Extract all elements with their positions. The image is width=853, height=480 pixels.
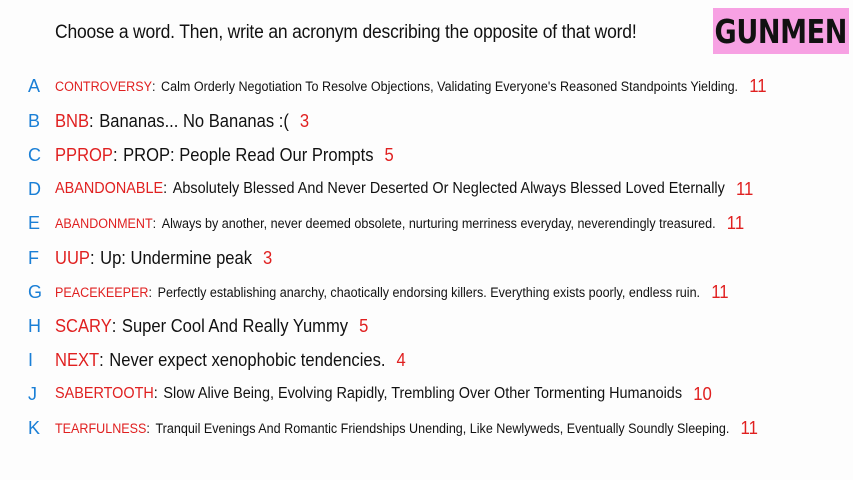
entry-acronym: Up: Undermine peak [100, 247, 252, 268]
entry-colon: : [111, 315, 117, 336]
entry-letter: J [28, 383, 37, 404]
entry-colon: : [89, 247, 95, 268]
entry-colon: : [163, 180, 168, 197]
entry-content: PEACEKEEPER: Perfectly establishing anar… [55, 282, 729, 303]
entry-count: 3 [263, 247, 273, 268]
entry-count: 11 [749, 75, 767, 96]
entry-letter: C [28, 144, 41, 165]
instruction-text: Choose a word. Then, write an acronym de… [55, 22, 637, 43]
entry-content: PPROP: PROP: People Read Our Prompts 5 [55, 145, 394, 166]
entry-content: TEARFULNESS: Tranquil Evenings And Roman… [55, 418, 758, 439]
entry-letter: H [28, 315, 41, 336]
entry-content: SCARY: Super Cool And Really Yummy 5 [55, 316, 368, 337]
entry-colon: : [148, 284, 153, 300]
entry-count: 11 [726, 212, 745, 233]
entry-content: CONTROVERSY: Calm Orderly Negotiation To… [55, 76, 767, 97]
entry-count: 11 [740, 417, 758, 438]
entry-letter: E [28, 212, 41, 233]
entry-word: ABANDONABLE [55, 180, 164, 197]
entry-acronym: Absolutely Blessed And Never Deserted Or… [172, 180, 725, 197]
entry-word: CONTROVERSY [55, 78, 152, 94]
entry-word: PEACEKEEPER [55, 284, 149, 300]
entry-count: 11 [711, 281, 729, 302]
entry-letter: D [28, 178, 41, 199]
entry-colon: : [151, 78, 156, 94]
entry-count: 3 [299, 110, 310, 131]
entry-acronym: PROP: People Read Our Prompts [123, 144, 374, 165]
entry-colon: : [146, 420, 150, 436]
entry-colon: : [112, 144, 118, 165]
entry-letter: I [28, 349, 34, 370]
entry-letter: A [28, 75, 41, 96]
entry-colon: : [152, 215, 157, 231]
entry-letter: B [28, 110, 41, 131]
entry-colon: : [89, 110, 94, 131]
brand-badge: GUNMEN [713, 8, 849, 54]
entry-acronym: Perfectly establishing anarchy, chaotica… [157, 284, 701, 300]
entry-acronym: Never expect xenophobic tendencies. [109, 349, 386, 370]
entry-letter: G [28, 281, 43, 302]
entry-acronym: Slow Alive Being, Evolving Rapidly, Trem… [163, 385, 683, 402]
entry-content: BNB: Bananas... No Bananas :( 3 [55, 111, 309, 132]
entry-word: PPROP [55, 144, 113, 165]
entry-word: SABERTOOTH [55, 385, 154, 402]
entry-count: 11 [735, 178, 754, 199]
entry-colon: : [99, 349, 104, 370]
slide: Choose a word. Then, write an acronym de… [0, 0, 853, 480]
entry-acronym: Bananas... No Bananas :( [99, 110, 289, 131]
entry-count: 10 [693, 383, 712, 404]
entry-acronym: Tranquil Evenings And Romantic Friendshi… [155, 420, 730, 436]
entry-content: NEXT: Never expect xenophobic tendencies… [55, 350, 406, 371]
entry-acronym: Calm Orderly Negotiation To Resolve Obje… [161, 78, 739, 94]
entry-letter: F [28, 247, 39, 268]
entry-count: 5 [359, 315, 369, 336]
entry-word: ABANDONMENT [55, 215, 153, 231]
entry-content: ABANDONABLE: Absolutely Blessed And Neve… [55, 179, 753, 200]
entry-acronym: Super Cool And Really Yummy [121, 315, 349, 336]
entry-content: UUP: Up: Undermine peak 3 [55, 248, 272, 269]
entry-word: UUP [55, 247, 90, 268]
entry-count: 4 [396, 349, 406, 370]
entry-colon: : [153, 385, 158, 402]
entry-acronym: Always by another, never deemed obsolete… [161, 215, 716, 231]
entry-word: NEXT [55, 349, 100, 370]
entry-count: 5 [384, 144, 394, 165]
brand-label: GUNMEN [714, 11, 848, 51]
entry-letter: K [28, 417, 41, 438]
entry-word: SCARY [55, 315, 112, 336]
entry-content: SABERTOOTH: Slow Alive Being, Evolving R… [55, 384, 712, 405]
entry-word: BNB [55, 110, 90, 131]
entry-word: TEARFULNESS [55, 420, 147, 436]
entry-content: ABANDONMENT: Always by another, never de… [55, 213, 744, 234]
